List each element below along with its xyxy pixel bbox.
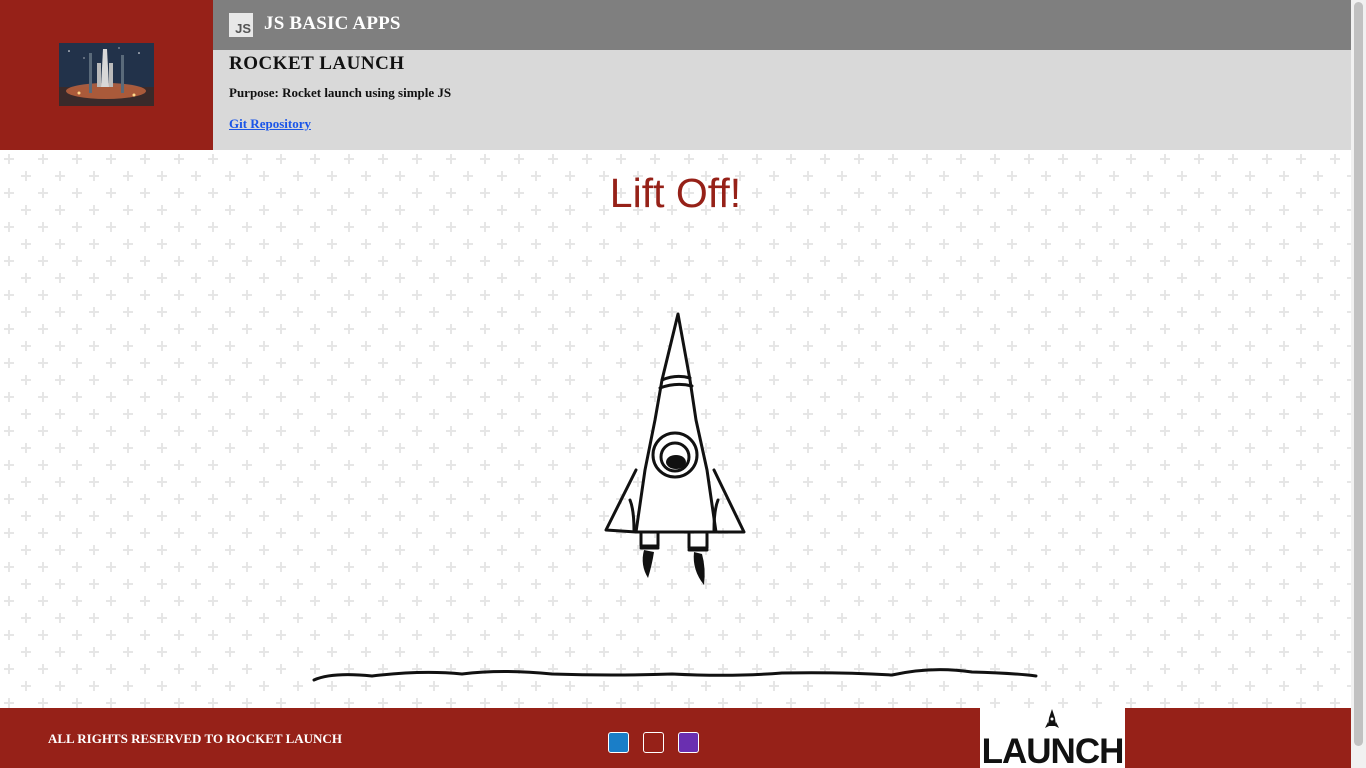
linkedin-icon[interactable]: [608, 732, 629, 753]
logo-panel: [0, 0, 213, 150]
rocket-launch-thumbnail: [59, 43, 154, 106]
git-repository-link[interactable]: Git Repository: [229, 116, 311, 132]
js-logo-icon: JS: [229, 13, 253, 37]
lift-off-headline: Lift Off!: [609, 170, 742, 216]
project-title: ROCKET LAUNCH: [229, 53, 405, 74]
page-footer: ALL RIGHTS RESERVED TO ROCKET LAUNCH LAU…: [0, 708, 1351, 768]
portfolio-icon[interactable]: [678, 732, 699, 753]
github-icon[interactable]: [643, 732, 664, 753]
rocket-icon: [604, 312, 746, 585]
launch-logo-text: LAUNCH: [981, 732, 1125, 768]
launch-stage: Lift Off!: [0, 150, 1351, 708]
small-rocket-icon: [1045, 709, 1059, 728]
launch-logo: LAUNCH: [980, 708, 1125, 768]
page-header: JS JS BASIC APPS ROCKET LAUNCH Purpose: …: [0, 0, 1351, 150]
scrollbar-thumb[interactable]: [1354, 2, 1363, 746]
ground-line: [312, 668, 1038, 682]
copyright-text: ALL RIGHTS RESERVED TO ROCKET LAUNCH: [48, 731, 342, 746]
title-bar: JS JS BASIC APPS: [213, 0, 1351, 50]
project-info-panel: ROCKET LAUNCH Purpose: Rocket launch usi…: [213, 50, 1351, 150]
vertical-scrollbar[interactable]: [1351, 0, 1366, 768]
app-title: JS BASIC APPS: [264, 13, 401, 34]
project-purpose: Purpose: Rocket launch using simple JS: [229, 85, 452, 100]
